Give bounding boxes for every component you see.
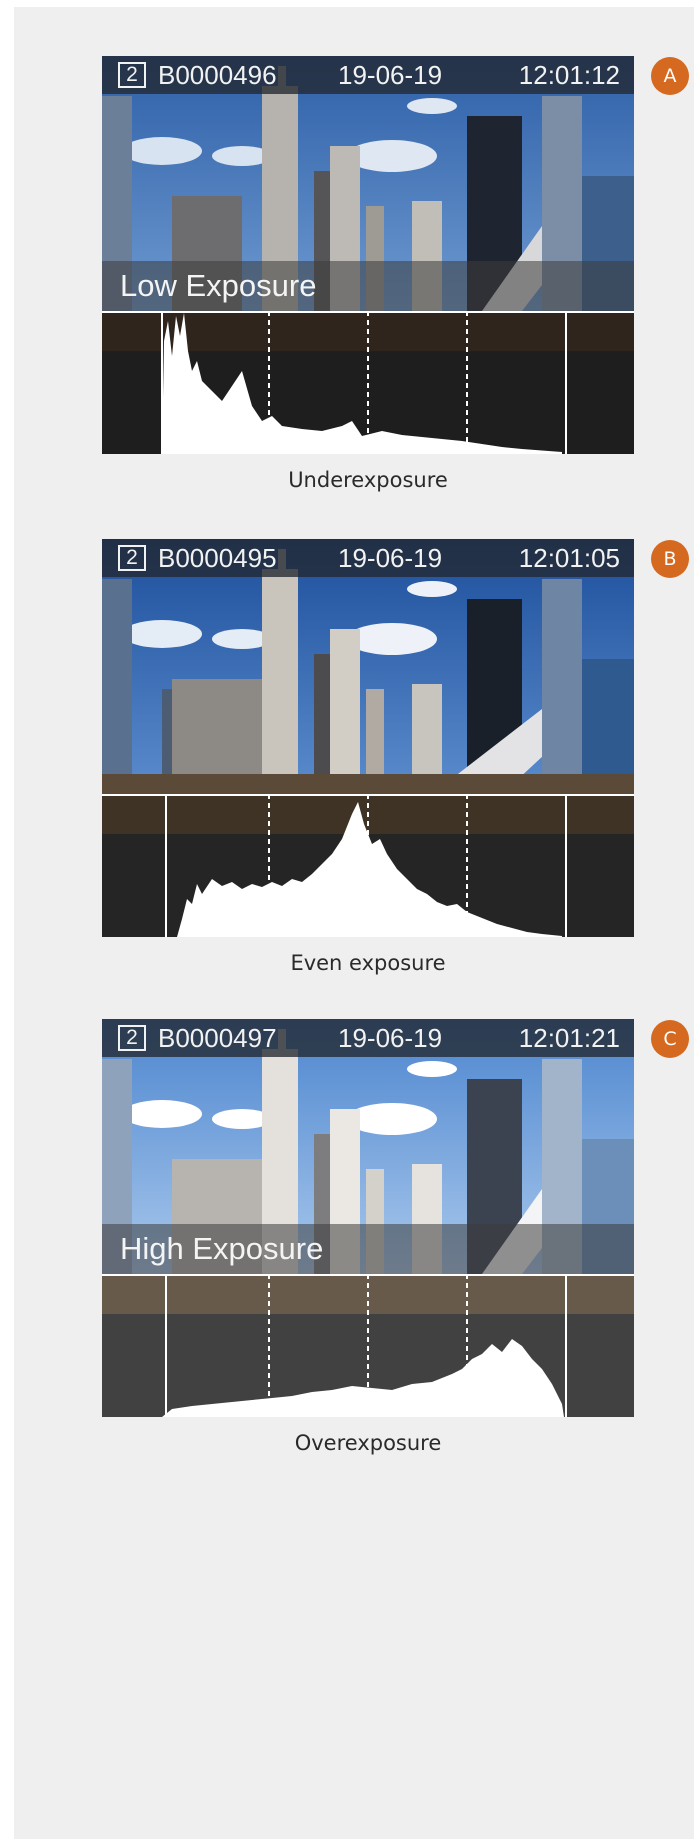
capture-date: 19-06-19	[338, 1023, 443, 1053]
badge-c: C	[651, 1020, 689, 1058]
figure-panel: 2 B0000496 19-06-19 12:01:12 Low Exposur…	[14, 7, 694, 1839]
camera-screen: 2 B0000496 19-06-19 12:01:12 Low Exposur…	[102, 56, 634, 454]
info-bar: 2 B0000495 19-06-19 12:01:05	[102, 539, 634, 577]
histogram-graph	[102, 1274, 634, 1417]
camera-screen: 2 B0000495 19-06-19 12:01:05	[102, 539, 634, 937]
info-bar: 2 B0000497 19-06-19 12:01:21	[102, 1019, 634, 1057]
exposure-example-b: 2 B0000495 19-06-19 12:01:05 B Even expo…	[102, 539, 689, 975]
capture-time: 12:01:21	[518, 1023, 620, 1053]
frame-number-box: 2	[118, 62, 146, 88]
frame-number-box: 2	[118, 1025, 146, 1051]
capture-date: 19-06-19	[338, 543, 443, 573]
capture-time: 12:01:05	[518, 543, 620, 573]
frame-number-box: 2	[118, 545, 146, 571]
file-id: B0000495	[158, 543, 277, 573]
histogram-graph	[102, 794, 634, 937]
caption: Overexposure	[294, 1431, 442, 1455]
exposure-overlay-label: High Exposure	[102, 1224, 634, 1274]
caption: Underexposure	[288, 468, 448, 492]
badge-a: A	[651, 57, 689, 95]
capture-time: 12:01:12	[518, 60, 620, 90]
exposure-overlay-label: Low Exposure	[102, 261, 634, 311]
badge-b: B	[651, 540, 689, 578]
file-id: B0000496	[158, 60, 277, 90]
info-bar: 2 B0000496 19-06-19 12:01:12	[102, 56, 634, 94]
file-id: B0000497	[158, 1023, 277, 1053]
exposure-example-a: 2 B0000496 19-06-19 12:01:12 Low Exposur…	[102, 56, 689, 492]
histogram-graph	[102, 311, 634, 454]
capture-date: 19-06-19	[338, 60, 443, 90]
exposure-example-c: 2 B0000497 19-06-19 12:01:21 High Exposu…	[102, 1019, 689, 1455]
caption: Even exposure	[290, 951, 446, 975]
camera-screen: 2 B0000497 19-06-19 12:01:21 High Exposu…	[102, 1019, 634, 1417]
